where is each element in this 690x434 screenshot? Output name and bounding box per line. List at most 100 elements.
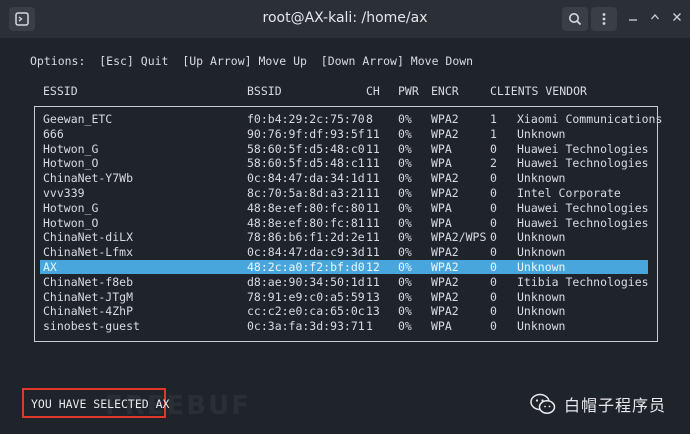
cell-essid: ChinaNet-diLX <box>43 230 134 245</box>
cell-encr: WPA <box>431 200 452 215</box>
search-icon <box>569 13 582 26</box>
cell-vendor: Unknown <box>517 171 566 186</box>
minimize-button[interactable] <box>625 11 641 27</box>
cell-ch: 11 <box>366 245 380 260</box>
close-button[interactable] <box>669 11 685 27</box>
cell-vendor: Huawei Technologies <box>517 215 649 230</box>
cell-essid: Hotwon_G <box>43 141 99 156</box>
network-row[interactable]: ChinaNet-Y7Wb 0c:84:47:da:34:1d 11 0% WPA2 0 U… <box>0 171 690 186</box>
cell-clients: 2 <box>490 156 497 171</box>
cell-vendor: Unknown <box>517 319 566 334</box>
cell-encr: WPA2 <box>431 185 459 200</box>
close-icon <box>673 13 681 21</box>
status-text: YOU HAVE SELECTED AX <box>31 397 170 411</box>
cell-encr: WPA2 <box>431 126 459 141</box>
cell-essid: sinobest-guest <box>43 319 140 334</box>
cell-bssid: 0c:84:47:da:34:1d <box>247 171 365 186</box>
network-row[interactable]: Hotwon_O 48:8e:ef:80:fc:81 11 0% WPA 0 Huawei … <box>0 216 690 231</box>
terminal-window: root@AX-kali: /home/ax Options: [Esc] Qu… <box>0 0 690 434</box>
network-row[interactable]: Hotwon_O 58:60:5f:d5:48:c1 11 0% WPA 2 Huawei … <box>0 156 690 171</box>
cell-essid: AX <box>43 259 57 274</box>
cell-ch: 8 <box>366 112 373 126</box>
cell-essid: vvv339 <box>43 185 85 200</box>
header-encr: ENCR <box>431 84 459 98</box>
cell-bssid: 0c:84:47:da:c9:3d <box>247 245 365 260</box>
cell-bssid: 0c:3a:fa:3d:93:71 <box>247 319 365 334</box>
cell-pwr: 0% <box>398 215 412 230</box>
network-row[interactable]: Geewan_ETC f0:b4:29:2c:75:70 8 0% WPA2 1 Xiaom… <box>0 112 690 127</box>
cell-bssid: 90:76:9f:df:93:5f <box>247 126 365 141</box>
network-row[interactable]: Hotwon_G 58:60:5f:d5:48:c0 11 0% WPA 0 Huawei … <box>0 142 690 157</box>
cell-clients: 0 <box>490 200 497 215</box>
cell-ch: 13 <box>366 289 380 304</box>
cell-pwr: 0% <box>398 200 412 215</box>
cell-encr: WPA2 <box>431 274 459 289</box>
network-row[interactable]: vvv339 8c:70:5a:8d:a3:21 11 0% WPA2 0 Intel Co… <box>0 186 690 201</box>
cell-clients: 0 <box>490 185 497 200</box>
cell-bssid: cc:c2:e0:ca:65:0c <box>247 304 365 319</box>
options-line: Options: [Esc] Quit [Up Arrow] Move Up [… <box>30 54 474 68</box>
cell-pwr: 0% <box>398 141 412 156</box>
cell-essid: ChinaNet-JTgM <box>43 289 134 304</box>
header-essid: ESSID <box>43 84 78 98</box>
cell-pwr: 0% <box>398 112 412 126</box>
cell-pwr: 0% <box>398 259 412 274</box>
cell-essid: ChinaNet-Y7Wb <box>43 171 134 186</box>
cell-encr: WPA2 <box>431 245 459 260</box>
cell-vendor: Unknown <box>517 126 566 141</box>
cell-essid: Hotwon_G <box>43 200 99 215</box>
account-name: 白帽子程序员 <box>564 396 667 415</box>
cell-vendor: Xiaomi Communications <box>517 112 663 126</box>
cell-clients: 0 <box>490 259 497 274</box>
network-row[interactable]: ChinaNet-Lfmx 0c:84:47:da:c9:3d 11 0% WPA2 0 U… <box>0 245 690 260</box>
cell-pwr: 0% <box>398 156 412 171</box>
cell-encr: WPA2 <box>431 289 459 304</box>
cell-essid: ChinaNet-4ZhP <box>43 304 134 319</box>
cell-clients: 0 <box>490 230 497 245</box>
cell-bssid: 78:86:b6:f1:2d:2e <box>247 230 365 245</box>
kebab-menu-icon <box>602 13 606 25</box>
cell-essid: ChinaNet-Lfmx <box>43 245 134 260</box>
cell-bssid: 58:60:5f:d5:48:c0 <box>247 141 365 156</box>
network-row[interactable]: Hotwon_G 48:8e:ef:80:fc:80 11 0% WPA 0 Huawei … <box>0 201 690 216</box>
title-bar: root@AX-kali: /home/ax <box>0 0 690 39</box>
cell-ch: 11 <box>366 156 380 171</box>
cell-encr: WPA2/WPS <box>431 230 487 245</box>
cell-vendor: Intel Corporate <box>517 185 621 200</box>
network-row[interactable]: ChinaNet-f8eb d8:ae:90:34:50:1d 11 0% WPA2 0 I… <box>0 275 690 290</box>
column-headers: ESSID BSSID CH PWR ENCR CLIENTS VENDOR <box>0 84 690 98</box>
network-row[interactable]: ChinaNet-diLX 78:86:b6:f1:2d:2e 11 0% WPA2/W… <box>0 230 690 245</box>
cell-clients: 0 <box>490 319 497 334</box>
cell-ch: 11 <box>366 230 380 245</box>
wechat-logo-icon <box>530 393 556 414</box>
network-row[interactable]: ChinaNet-JTgM 78:91:e9:c0:a5:59 13 0% WPA2 0 U… <box>0 290 690 305</box>
cell-encr: WPA2 <box>431 304 459 319</box>
cell-encr: WPA <box>431 156 452 171</box>
status-box: YOU HAVE SELECTED AX <box>22 388 170 418</box>
network-row[interactable]: sinobest-guest 0c:3a:fa:3d:93:71 1 0% WPA 0 Un… <box>0 319 690 334</box>
network-row[interactable]: 666 90:76:9f:df:93:5f 11 0% WPA2 1 Unknown <box>0 127 690 142</box>
cell-ch: 11 <box>366 215 380 230</box>
cell-pwr: 0% <box>398 319 412 334</box>
cell-vendor: Unknown <box>517 289 566 304</box>
cell-ch: 11 <box>366 126 380 141</box>
cell-ch: 11 <box>366 141 380 156</box>
terminal-area[interactable]: Options: [Esc] Quit [Up Arrow] Move Up [… <box>0 38 690 434</box>
cell-ch: 12 <box>366 259 380 274</box>
cell-vendor: Huawei Technologies <box>517 156 649 171</box>
cell-encr: WPA <box>431 319 452 334</box>
network-row-selected[interactable]: AX 48:2c:a0:f2:bf:d0 12 0% WPA2 0 Unknown <box>0 259 690 275</box>
network-list: Geewan_ETC f0:b4:29:2c:75:70 8 0% WPA2 1 Xiaom… <box>0 112 690 334</box>
cell-clients: 1 <box>490 126 497 141</box>
cell-bssid: 48:8e:ef:80:fc:80 <box>247 200 365 215</box>
cell-pwr: 0% <box>398 245 412 260</box>
cell-pwr: 0% <box>398 304 412 319</box>
header-pwr: PWR <box>398 84 419 98</box>
maximize-button[interactable] <box>647 11 663 27</box>
search-button[interactable] <box>562 7 588 31</box>
menu-button[interactable] <box>591 7 617 31</box>
cell-vendor: Itibia Technologies <box>517 274 649 289</box>
cell-pwr: 0% <box>398 171 412 186</box>
network-row[interactable]: ChinaNet-4ZhP cc:c2:e0:ca:65:0c 13 0% WPA2 0 U… <box>0 304 690 319</box>
cell-clients: 0 <box>490 171 497 186</box>
